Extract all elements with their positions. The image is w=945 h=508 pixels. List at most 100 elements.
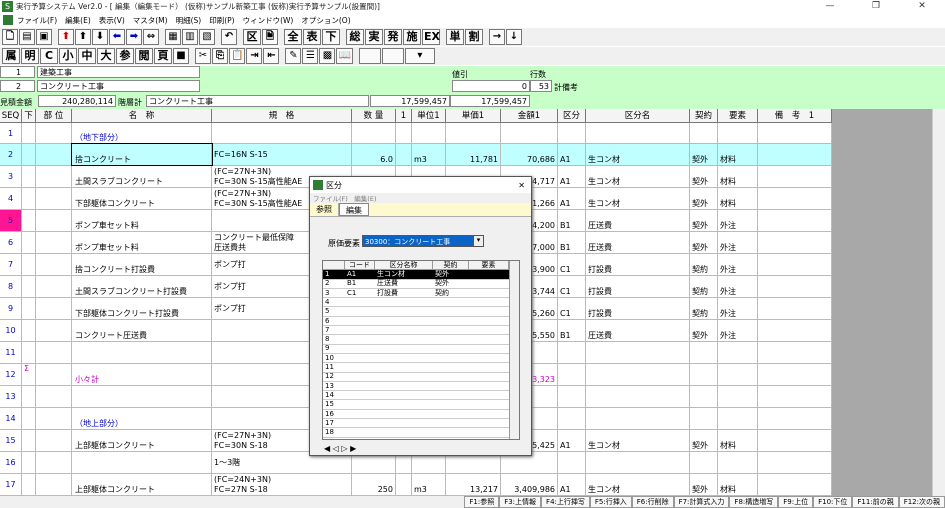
cell-part[interactable] [36,232,72,253]
cell-kubunname[interactable] [586,364,690,385]
list-item[interactable]: 8 [323,335,509,345]
cell-keiyaku[interactable]: 契外 [690,430,718,451]
tab-edit[interactable]: 編集 [339,203,369,216]
cell-sigma[interactable] [22,408,36,429]
table-row[interactable]: 1 （地下部分） [0,123,832,144]
cell-keiyaku[interactable]: 契外 [690,320,718,341]
cell-seq[interactable]: 16 [0,452,22,473]
cell-seq[interactable]: 5 [0,210,22,231]
cell-name[interactable]: 下部躯体コンクリート [72,188,212,209]
cell-kubunname[interactable] [586,452,690,473]
cell-amount[interactable]: 3,409,986 [501,474,558,495]
cell-kubun[interactable]: C1 [558,254,586,275]
cell-kubunname[interactable] [586,408,690,429]
cell-note[interactable] [758,298,832,319]
menu-edit[interactable]: 編集(E) [65,15,91,26]
new-icon[interactable]: 🗋 [2,29,18,45]
cell-yoso[interactable]: 材料 [718,166,758,187]
list-item[interactable]: 15 [323,400,509,410]
cell-sigma[interactable] [22,254,36,275]
cell-sigma[interactable] [22,166,36,187]
cell-amount[interactable]: 70,686 [501,144,558,165]
cell-qty[interactable]: 250 [352,474,396,495]
up-red-icon[interactable]: ⬆ [58,29,74,45]
c-button[interactable]: C [40,48,58,64]
cell-yoso[interactable] [718,123,758,143]
cell-keiyaku[interactable] [690,342,718,363]
all-button[interactable]: 全 [284,29,302,45]
cell-yoso[interactable] [718,408,758,429]
menu-file[interactable]: ファイル(F) [17,15,57,26]
cell-kubunname[interactable]: 打設費 [586,276,690,297]
cell-kubun[interactable]: C1 [558,298,586,319]
cell-kubun[interactable] [558,386,586,407]
cell-amount[interactable] [501,123,558,143]
table-button[interactable]: 表 [303,29,321,45]
cell-kubun[interactable]: C1 [558,276,586,297]
list-item[interactable]: 7 [323,326,509,336]
col-contract[interactable]: 契約 [690,109,718,123]
copy-icon[interactable]: ⎘ [212,48,228,64]
cell-name[interactable]: 上部躯体コンクリート [72,474,212,495]
lower-button[interactable]: 下 [322,29,340,45]
layout-icon[interactable]: ▧ [199,29,215,45]
calc-icon[interactable]: ▩ [319,48,336,64]
ref-button[interactable]: 参 [116,48,134,64]
sub-col-code[interactable]: コード [345,261,375,270]
col-price[interactable]: 単価1 [446,109,501,123]
menu-option[interactable]: オプション(O) [301,15,350,26]
cell-yoso[interactable]: 外注 [718,210,758,231]
cell-qty[interactable] [352,123,396,143]
cell-keiyaku[interactable] [690,386,718,407]
cell-yoso[interactable] [718,386,758,407]
col-qty[interactable]: 数 量 [352,109,396,123]
cell-part[interactable] [36,364,72,385]
cell-part[interactable] [36,474,72,495]
level2-name[interactable]: コンクリート工事 [37,80,200,92]
cell-name[interactable]: 土間スラブコンクリート [72,166,212,187]
cell-kubun[interactable]: B1 [558,320,586,341]
chevron-down-icon[interactable]: ▾ [473,235,484,247]
cell-part[interactable] [36,452,72,473]
fkey-button[interactable]: F6:行削除 [631,496,674,508]
tab-reference[interactable]: 参照 [310,203,339,216]
col-spec[interactable]: 規 格 [212,109,352,123]
cell-sigma[interactable] [22,342,36,363]
cell-kubunname[interactable]: 生コン材 [586,430,690,451]
col-kubun-name[interactable]: 区分名 [586,109,690,123]
cell-seq[interactable]: 14 [0,408,22,429]
col-sub[interactable]: 下 [22,109,36,123]
cell-seq[interactable]: 15 [0,430,22,451]
cell-spec[interactable]: FC=16N S-15 [212,144,352,165]
cell-kubun[interactable]: A1 [558,166,586,187]
cell-note[interactable] [758,144,832,165]
cell-unit[interactable] [412,123,446,143]
list-item[interactable]: 10 [323,354,509,364]
cell-sigma[interactable] [22,452,36,473]
list-item[interactable]: 2 B1 圧送費 契外 [323,279,509,289]
cell-yoso[interactable]: 外注 [718,254,758,275]
square-icon[interactable]: ■ [173,48,189,64]
eraser-icon[interactable]: ✎ [285,48,302,64]
cell-keiyaku[interactable] [690,408,718,429]
cell-sigma[interactable] [22,144,36,165]
fkey-button[interactable]: F12:次の親 [898,496,945,508]
open-icon[interactable]: ▤ [19,29,35,45]
actual-button[interactable]: 実 [365,29,383,45]
cell-note[interactable] [758,430,832,451]
cell-idx[interactable] [396,123,412,143]
cell-kubunname[interactable]: 圧送費 [586,232,690,253]
save-icon[interactable]: ▣ [36,29,52,45]
sub-scrollbar[interactable] [509,261,519,439]
cell-spec[interactable]: (FC=24N+3N) FC=27N S-18 [212,474,352,495]
cell-kubun[interactable]: A1 [558,430,586,451]
cell-kubun[interactable] [558,452,586,473]
col-unit[interactable]: 単位1 [412,109,446,123]
cell-part[interactable] [36,320,72,341]
cell-yoso[interactable]: 外注 [718,298,758,319]
cell-spec[interactable] [212,123,352,143]
menu-detail[interactable]: 明細(S) [176,15,202,26]
list-item[interactable]: 6 [323,317,509,326]
fkey-button[interactable]: F8:構造増写 [729,496,779,508]
cell-kubunname[interactable]: 生コン材 [586,474,690,495]
